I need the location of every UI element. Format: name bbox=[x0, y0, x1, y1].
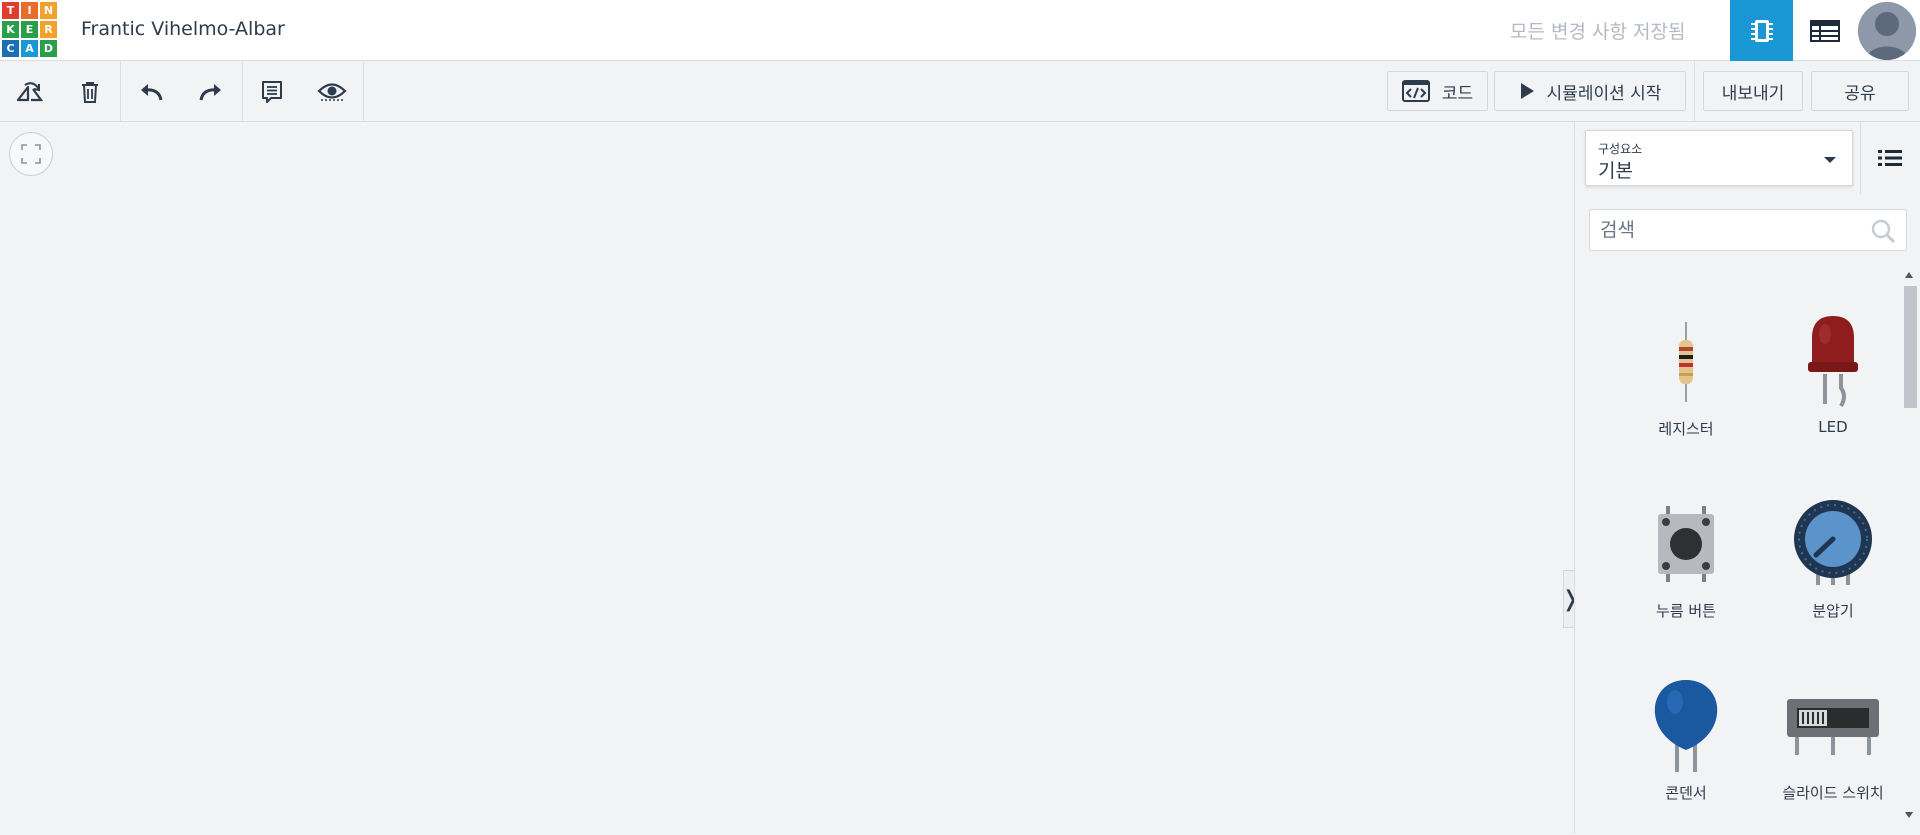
slide-switch-icon bbox=[1787, 699, 1879, 755]
share-label: 공유 bbox=[1844, 83, 1876, 104]
chip-icon bbox=[1750, 19, 1773, 42]
redo-button[interactable] bbox=[181, 61, 241, 122]
logo-letter: E bbox=[21, 21, 38, 38]
logo-letter: A bbox=[21, 40, 38, 57]
start-simulation-label: 시뮬레이션 시작 bbox=[1546, 83, 1662, 104]
caret-down-icon bbox=[1824, 157, 1836, 163]
pushbutton-icon bbox=[1658, 506, 1714, 582]
component-label: 분압기 bbox=[1812, 602, 1854, 620]
code-button-label: 코드 bbox=[1441, 83, 1474, 104]
component-item-capacitor[interactable]: 콘덴서 bbox=[1616, 672, 1756, 822]
component-item-potentiometer[interactable]: 분압기 bbox=[1763, 490, 1903, 640]
logo-letter: D bbox=[40, 40, 57, 57]
share-button[interactable]: 공유 bbox=[1811, 71, 1909, 111]
search-input[interactable] bbox=[1600, 216, 1860, 244]
code-icon bbox=[1401, 80, 1430, 102]
user-icon bbox=[1858, 2, 1916, 60]
capacitor-icon bbox=[1654, 680, 1718, 772]
potentiometer-icon bbox=[1794, 500, 1872, 585]
toolbar-divider bbox=[1694, 61, 1695, 122]
component-label: 레지스터 bbox=[1658, 420, 1714, 438]
component-label: 누름 버튼 bbox=[1656, 602, 1716, 620]
scroll-up-arrow[interactable] bbox=[1905, 272, 1913, 278]
scrollbar-thumb[interactable] bbox=[1904, 286, 1917, 408]
logo-letter: N bbox=[40, 2, 57, 19]
list-icon bbox=[1878, 150, 1902, 166]
circuit-view-button[interactable] bbox=[1730, 0, 1793, 61]
rotate-icon bbox=[16, 81, 44, 101]
components-panel: 구성요소 기본 검색 레지스터 LED 누름 버튼 분압기 콘덴서 슬라이드 스… bbox=[1574, 122, 1920, 833]
code-button[interactable]: 코드 bbox=[1387, 71, 1488, 111]
start-simulation-button[interactable]: 시뮬레이션 시작 bbox=[1494, 71, 1686, 111]
component-item-led[interactable]: LED bbox=[1763, 308, 1903, 458]
rotate-button[interactable] bbox=[0, 61, 60, 122]
user-avatar[interactable] bbox=[1858, 2, 1916, 60]
component-label: 콘덴서 bbox=[1665, 784, 1707, 802]
component-label: 슬라이드 스위치 bbox=[1782, 784, 1884, 802]
top-header: TIN KER CAD Frantic Vihelmo-Albar 모든 변경 사항… bbox=[0, 0, 1920, 61]
workplane-canvas[interactable]: ❭ bbox=[0, 122, 1580, 833]
visibility-button[interactable] bbox=[302, 61, 362, 122]
toolbar-divider bbox=[363, 61, 364, 122]
logo-letter: R bbox=[40, 21, 57, 38]
category-label: 구성요소 bbox=[1598, 142, 1643, 156]
export-button[interactable]: 내보내기 bbox=[1703, 71, 1803, 111]
panel-divider bbox=[1860, 122, 1861, 194]
logo-letter: I bbox=[21, 2, 38, 19]
fit-view-button[interactable] bbox=[9, 132, 53, 176]
notes-button[interactable] bbox=[242, 61, 302, 122]
save-status: 모든 변경 사항 저장됨 bbox=[1510, 21, 1686, 43]
fit-view-icon bbox=[21, 144, 41, 164]
component-item-pushbutton[interactable]: 누름 버튼 bbox=[1616, 490, 1756, 640]
tinkercad-app: TIN KER CAD Frantic Vihelmo-Albar 모든 변경 사항… bbox=[0, 0, 1920, 835]
notes-icon bbox=[262, 80, 282, 103]
led-icon bbox=[1808, 316, 1858, 408]
tinkercad-logo[interactable]: TIN KER CAD bbox=[2, 2, 57, 57]
component-item-resistor[interactable]: 레지스터 bbox=[1616, 308, 1756, 458]
main-toolbar: 코드 시뮬레이션 시작 내보내기 공유 bbox=[0, 61, 1920, 122]
component-search bbox=[1589, 209, 1907, 251]
logo-letter: K bbox=[2, 21, 19, 38]
component-item-slide-switch[interactable]: 슬라이드 스위치 bbox=[1763, 672, 1903, 822]
eye-icon bbox=[317, 82, 347, 101]
table-icon bbox=[1809, 19, 1840, 42]
redo-icon bbox=[199, 83, 221, 100]
trash-icon bbox=[82, 81, 98, 103]
export-label: 내보내기 bbox=[1721, 83, 1785, 104]
logo-letter: C bbox=[2, 40, 19, 57]
category-value: 기본 bbox=[1598, 160, 1633, 182]
list-view-button[interactable] bbox=[1870, 140, 1910, 176]
undo-icon bbox=[141, 83, 163, 100]
component-category-select[interactable]: 구성요소 기본 bbox=[1585, 130, 1853, 186]
play-icon bbox=[1520, 83, 1534, 99]
search-icon bbox=[1871, 219, 1896, 244]
logo-letter: T bbox=[2, 2, 19, 19]
delete-button[interactable] bbox=[60, 61, 120, 122]
scroll-down-arrow[interactable] bbox=[1905, 812, 1913, 818]
undo-button[interactable] bbox=[121, 61, 181, 122]
resistor-icon bbox=[1679, 322, 1693, 402]
project-title[interactable]: Frantic Vihelmo-Albar bbox=[81, 18, 285, 40]
component-list-button[interactable] bbox=[1793, 0, 1856, 61]
component-label: LED bbox=[1818, 418, 1848, 436]
